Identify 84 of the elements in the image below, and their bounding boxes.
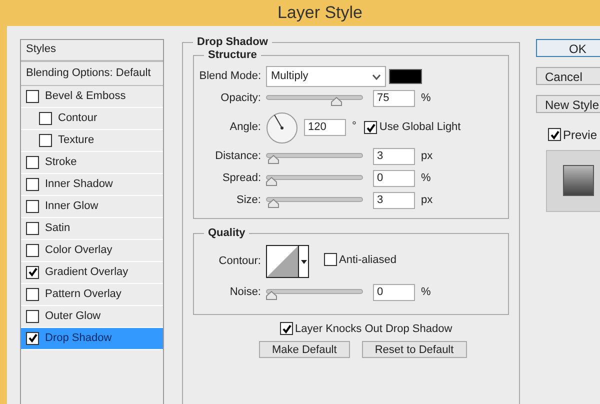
number-field[interactable]: 3 <box>373 148 415 165</box>
checkbox[interactable] <box>324 253 337 266</box>
field-label: Spread: <box>221 171 262 186</box>
checkbox-label: Previe <box>563 126 598 144</box>
checkbox[interactable] <box>548 128 561 141</box>
field-label: Noise: <box>228 285 262 300</box>
style-item[interactable]: Stroke <box>21 152 163 174</box>
checkbox[interactable] <box>26 222 39 234</box>
angle-dial[interactable] <box>266 112 298 144</box>
number-field[interactable]: 0 <box>373 284 415 301</box>
window-title: Layer Style <box>277 2 363 24</box>
field-label: Angle: <box>228 120 262 136</box>
blending-options-item[interactable]: Blending Options: Default <box>21 62 163 86</box>
style-label: Outer Glow <box>45 308 101 324</box>
number-field[interactable]: 120 <box>304 119 346 136</box>
unit-label: % <box>421 91 431 106</box>
style-label: Satin <box>45 220 70 236</box>
style-item[interactable]: Satin <box>21 218 163 240</box>
caret-icon[interactable] <box>298 246 308 277</box>
style-item[interactable]: Drop Shadow <box>21 328 163 350</box>
slider[interactable] <box>266 174 363 186</box>
dialog-button[interactable]: New Style <box>536 94 600 112</box>
style-item[interactable]: Inner Shadow <box>21 174 163 196</box>
style-label: Color Overlay <box>45 242 112 258</box>
checkbox[interactable] <box>39 112 52 124</box>
unit-label: px <box>421 193 433 208</box>
unit-label: px <box>421 149 433 164</box>
chevron-down-icon <box>372 74 381 80</box>
checkbox[interactable] <box>26 244 39 256</box>
dialog-button[interactable]: Reset to Default <box>362 341 467 358</box>
checkbox[interactable] <box>364 121 378 134</box>
field-label: Size: <box>236 193 262 208</box>
contour-picker[interactable] <box>266 245 309 278</box>
checkbox[interactable] <box>26 178 39 190</box>
slider[interactable] <box>266 196 363 208</box>
checkbox[interactable] <box>26 310 39 322</box>
style-label: Stroke <box>45 154 77 170</box>
number-field[interactable]: 3 <box>373 192 415 209</box>
checkbox[interactable] <box>26 332 39 344</box>
style-item[interactable]: Gradient Overlay <box>21 262 163 284</box>
unit-label: % <box>421 285 431 300</box>
slider[interactable] <box>266 288 363 300</box>
slider[interactable] <box>266 94 363 106</box>
style-label: Drop Shadow <box>45 330 112 346</box>
style-label: Gradient Overlay <box>45 264 128 280</box>
field-label: Blend Mode: <box>198 69 262 84</box>
style-label: Bevel & Emboss <box>45 88 126 104</box>
contour-curve-icon <box>267 246 298 277</box>
style-item[interactable]: Texture <box>21 130 163 152</box>
checkbox-label: Layer Knocks Out Drop Shadow <box>295 322 452 336</box>
blend-mode-dropdown[interactable]: Multiply <box>266 66 386 87</box>
checkbox-label: Anti-aliased <box>339 252 396 268</box>
field-label: Contour: <box>218 254 262 270</box>
checkbox[interactable] <box>26 90 39 102</box>
style-item[interactable]: Contour <box>21 108 163 130</box>
style-label: Texture <box>58 132 94 148</box>
checkbox-label: Use Global Light <box>379 120 461 136</box>
style-item[interactable]: Pattern Overlay <box>21 284 163 306</box>
style-label: Contour <box>58 110 98 126</box>
style-item[interactable]: Color Overlay <box>21 240 163 262</box>
checkbox[interactable] <box>280 322 293 336</box>
unit-label: % <box>421 171 431 186</box>
color-swatch[interactable] <box>389 69 422 84</box>
slider[interactable] <box>266 152 363 164</box>
style-label: Pattern Overlay <box>45 286 122 302</box>
style-item[interactable]: Inner Glow <box>21 196 163 218</box>
style-label: Inner Shadow <box>45 176 113 192</box>
checkbox[interactable] <box>26 200 39 212</box>
checkbox[interactable] <box>26 266 39 278</box>
dialog-button[interactable]: Cancel <box>536 66 600 84</box>
style-label: Inner Glow <box>45 198 98 214</box>
checkbox[interactable] <box>26 288 39 300</box>
checkbox[interactable] <box>39 134 52 146</box>
style-item[interactable]: Bevel & Emboss <box>21 86 163 108</box>
checkbox[interactable] <box>26 156 39 168</box>
dialog-button[interactable]: Make Default <box>259 341 350 358</box>
styles-header[interactable]: Styles <box>21 40 163 62</box>
field-label: Distance: <box>214 149 262 164</box>
number-field[interactable]: 75 <box>373 90 415 107</box>
dialog-button[interactable]: OK <box>536 38 600 56</box>
number-field[interactable]: 0 <box>373 170 415 187</box>
unit-label: ° <box>352 118 356 134</box>
field-label: Opacity: <box>220 91 262 106</box>
preview-swatch <box>563 165 594 196</box>
